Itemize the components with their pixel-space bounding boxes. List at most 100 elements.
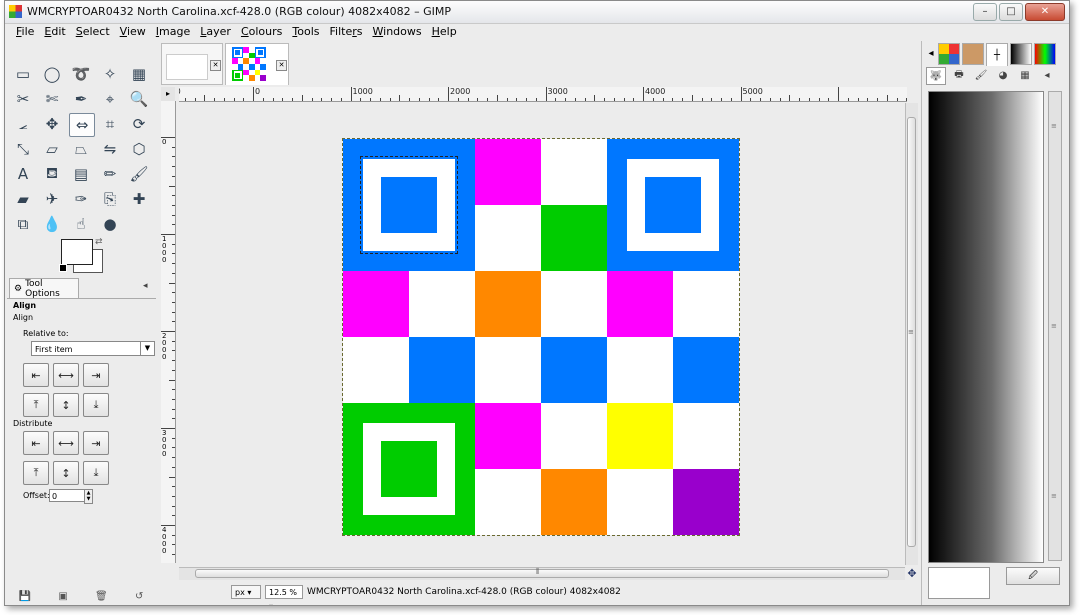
dock-menu-icon[interactable]: ◂ bbox=[926, 43, 936, 63]
align-top-button[interactable]: ⤒ bbox=[23, 393, 49, 417]
align-left-button[interactable]: ⇤ bbox=[23, 363, 49, 387]
zoom-tool-icon[interactable]: 🔍 bbox=[127, 88, 151, 110]
pattern-tab-icon[interactable]: ▦ bbox=[1016, 67, 1034, 83]
dock-tab-menu-icon[interactable]: ◂ bbox=[1038, 67, 1056, 83]
rect-select-tool-icon[interactable]: ▭ bbox=[11, 63, 35, 85]
distribute-right-button[interactable]: ⇥ bbox=[83, 431, 109, 455]
smudge-tool-icon[interactable]: ☝ bbox=[69, 213, 93, 235]
menu-filters[interactable]: Filters bbox=[325, 24, 368, 41]
vertical-ruler[interactable]: 0 1000 2000 3000 4000 bbox=[161, 101, 176, 563]
pencil-tool-icon[interactable]: ✏ bbox=[98, 163, 122, 185]
reset-options-icon[interactable]: ↺ bbox=[135, 591, 143, 602]
close-icon[interactable]: ✕ bbox=[210, 60, 221, 71]
maximize-button[interactable]: □ bbox=[999, 3, 1023, 21]
paths-tool-icon[interactable]: ✒ bbox=[69, 88, 93, 110]
menu-select[interactable]: Select bbox=[71, 24, 115, 41]
move-tool-icon[interactable]: ✥ bbox=[40, 113, 64, 135]
airbrush-tool-icon[interactable]: ✈ bbox=[40, 188, 64, 210]
relative-to-select[interactable]: First item ▼ bbox=[31, 341, 155, 356]
swap-colors-icon[interactable]: ⇄ bbox=[95, 237, 103, 247]
distribute-left-button[interactable]: ⇤ bbox=[23, 431, 49, 455]
tab-tool-options[interactable]: ⚙ Tool Options bbox=[9, 278, 79, 299]
navigate-icon[interactable]: ✥ bbox=[905, 567, 919, 581]
images-tab-icon[interactable]: 🐺 bbox=[926, 67, 946, 85]
measure-tool-icon[interactable]: ⦟ bbox=[11, 113, 35, 135]
ellipse-select-tool-icon[interactable]: ◯ bbox=[40, 63, 64, 85]
foreground-color-swatch[interactable] bbox=[61, 239, 93, 265]
fg-bg-colors[interactable]: ⇄ bbox=[59, 237, 105, 273]
horizontal-ruler[interactable]: -1000 0 1000 2000 3000 4000 5000 bbox=[179, 87, 907, 102]
scale-tool-icon[interactable]: ⤡ bbox=[11, 138, 35, 160]
horizontal-scrollbar[interactable]: ⦀ bbox=[179, 567, 905, 580]
bucket-fill-tool-icon[interactable]: ⛾ bbox=[40, 163, 64, 185]
clone-tool-icon[interactable]: ⎘ bbox=[98, 188, 122, 210]
foreground-select-tool-icon[interactable]: ✄ bbox=[40, 88, 64, 110]
align-middle-button[interactable]: ↕ bbox=[53, 393, 79, 417]
image-tab-untitled[interactable]: ✕ bbox=[161, 43, 223, 85]
spin-arrows-icon[interactable]: ▲ ▼ bbox=[84, 489, 93, 504]
text-tool-icon[interactable]: A bbox=[11, 163, 35, 185]
menu-view[interactable]: View bbox=[115, 24, 151, 41]
shear-tool-icon[interactable]: ▱ bbox=[40, 138, 64, 160]
heal-tool-icon[interactable]: ✚ bbox=[127, 188, 151, 210]
paintbrush-tool-icon[interactable]: 🖌 bbox=[127, 163, 151, 185]
offset-input[interactable]: 0 ▲ ▼ bbox=[49, 489, 93, 504]
close-icon[interactable]: ✕ bbox=[276, 60, 287, 71]
unit-select[interactable]: px ▾ bbox=[231, 585, 261, 599]
menu-edit[interactable]: Edit bbox=[39, 24, 70, 41]
gradient-preview[interactable] bbox=[928, 91, 1044, 563]
menu-help[interactable]: Help bbox=[427, 24, 462, 41]
cage-transform-tool-icon[interactable]: ⬡ bbox=[127, 138, 151, 160]
brush-tab-icon[interactable]: 🖌 bbox=[972, 67, 990, 83]
image-tab-qr[interactable]: ✕ bbox=[225, 43, 289, 85]
qr-code-image[interactable] bbox=[342, 138, 740, 536]
vertical-scrollbar[interactable]: ≡ bbox=[905, 103, 918, 565]
crop-tool-icon[interactable]: ⌗ bbox=[98, 113, 122, 135]
close-button[interactable]: ✕ bbox=[1025, 3, 1065, 21]
fonts-tab-icon[interactable]: ┼ bbox=[986, 43, 1008, 66]
menu-windows[interactable]: Windows bbox=[368, 24, 427, 41]
minimize-button[interactable]: – bbox=[973, 3, 997, 21]
blur-tool-icon[interactable]: 💧 bbox=[40, 213, 64, 235]
menu-image[interactable]: Image bbox=[151, 24, 195, 41]
default-colors-icon[interactable] bbox=[59, 264, 67, 272]
quick-mask-icon[interactable]: ▸ bbox=[161, 87, 175, 101]
free-select-tool-icon[interactable]: ➰ bbox=[69, 63, 93, 85]
gradients-tab-icon[interactable] bbox=[1010, 43, 1032, 65]
distribute-top-button[interactable]: ⤒ bbox=[23, 461, 49, 485]
edit-gradient-button[interactable]: 🖉 bbox=[1006, 567, 1060, 585]
select-by-color-tool-icon[interactable]: ▦ bbox=[127, 63, 151, 85]
documents-tab-icon[interactable]: 🖶 bbox=[950, 67, 968, 83]
patterns-tab-icon[interactable] bbox=[962, 43, 984, 65]
palettes-tab-icon[interactable] bbox=[1034, 43, 1056, 65]
align-bottom-button[interactable]: ⤓ bbox=[83, 393, 109, 417]
perspective-tool-icon[interactable]: ⏢ bbox=[69, 138, 93, 160]
image-viewport[interactable] bbox=[179, 103, 905, 565]
chevron-down-icon[interactable]: ▼ bbox=[140, 342, 154, 355]
fuzzy-select-tool-icon[interactable]: ✧ bbox=[98, 63, 122, 85]
dodge-burn-tool-icon[interactable]: ● bbox=[98, 213, 122, 235]
delete-options-icon[interactable]: 🗑 bbox=[95, 591, 108, 602]
color-picker-tool-icon[interactable]: ⌖ bbox=[98, 88, 122, 110]
menu-file[interactable]: File bbox=[11, 24, 39, 41]
align-center-button[interactable]: ⟷ bbox=[53, 363, 79, 387]
flip-tool-icon[interactable]: ⇋ bbox=[98, 138, 122, 160]
horizontal-scroll-thumb[interactable] bbox=[195, 569, 889, 578]
distribute-center-button[interactable]: ⟷ bbox=[53, 431, 79, 455]
scissors-tool-icon[interactable]: ✂ bbox=[11, 88, 35, 110]
tab-menu-icon[interactable]: ◂ bbox=[143, 281, 148, 291]
zoom-select[interactable]: 12.5 % ▾ bbox=[265, 585, 303, 605]
distribute-bottom-button[interactable]: ⤓ bbox=[83, 461, 109, 485]
perspective-clone-tool-icon[interactable]: ⧉ bbox=[11, 213, 35, 235]
align-tool-icon[interactable]: ⇔ bbox=[69, 113, 95, 137]
menu-layer[interactable]: Layer bbox=[195, 24, 236, 41]
brushes-tab-icon[interactable] bbox=[938, 43, 960, 65]
distribute-middle-button[interactable]: ↕ bbox=[53, 461, 79, 485]
menu-tools[interactable]: Tools bbox=[287, 24, 324, 41]
dock-scrollbar[interactable]: ≡ ≡ ≡ bbox=[1048, 91, 1062, 561]
eraser-tool-icon[interactable]: ▰ bbox=[11, 188, 35, 210]
ink-tool-icon[interactable]: ✑ bbox=[69, 188, 93, 210]
save-options-icon[interactable]: 💾 bbox=[19, 591, 31, 602]
menu-colours[interactable]: Colours bbox=[236, 24, 287, 41]
blend-tool-icon[interactable]: ▤ bbox=[69, 163, 93, 185]
